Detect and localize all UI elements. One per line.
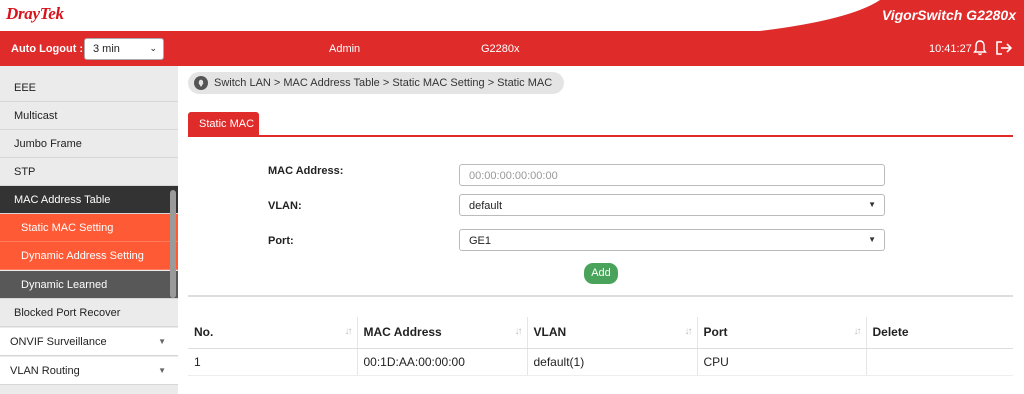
auto-logout-label: Auto Logout :: [11, 43, 84, 55]
sidebar-item-multicast[interactable]: Multicast: [0, 102, 178, 130]
bell-icon[interactable]: [973, 40, 987, 56]
sidebar-item-jumbo-frame[interactable]: Jumbo Frame: [0, 130, 178, 158]
logout-icon[interactable]: [995, 40, 1013, 56]
sidebar-item-static-mac-setting[interactable]: Static MAC Setting: [0, 214, 178, 242]
sidebar-item-dynamic-learned[interactable]: Dynamic Learned: [0, 271, 178, 299]
tab-underline: [188, 135, 1013, 137]
sidebar-item-onvif-surveillance[interactable]: ONVIF Surveillance ▼: [0, 328, 178, 356]
column-header-no[interactable]: No. ↓↑: [188, 317, 358, 349]
port-value: GE1: [469, 235, 492, 247]
sidebar: EEE Multicast Jumbo Frame STP MAC Addres…: [0, 66, 178, 394]
sidebar-item-vlan-routing[interactable]: VLAN Routing ▼: [0, 357, 178, 385]
caret-down-icon: ▼: [868, 235, 876, 244]
vlan-value: default: [469, 200, 503, 212]
table-header-row: No. ↓↑ MAC Address ↓↑ VLAN ↓↑ Port ↓↑ Delete: [188, 317, 1013, 349]
sort-icon[interactable]: ↓↑: [854, 326, 862, 337]
location-pin-icon: [194, 76, 208, 90]
tab-static-mac[interactable]: Static MAC: [188, 112, 259, 136]
cell-no: 1: [188, 348, 358, 376]
user-name: Admin: [329, 43, 361, 55]
breadcrumb: Switch LAN > MAC Address Table > Static …: [188, 72, 565, 94]
cell-vlan: default(1): [527, 348, 698, 376]
device-model: G2280x: [481, 43, 520, 55]
model-title: VigorSwitch G2280x: [881, 7, 1016, 23]
mac-address-label: MAC Address:: [268, 165, 344, 177]
port-select[interactable]: GE1 ▼: [459, 229, 885, 251]
cell-port: CPU: [697, 348, 867, 376]
top-bar: Auto Logout : 3 min ⌄ Admin G2280x 10:41…: [0, 31, 1024, 66]
sidebar-item-stp[interactable]: STP: [0, 158, 178, 186]
cell-mac-address: 00:1D:AA:00:00:00: [357, 348, 528, 376]
auto-logout-value: 3 min: [93, 43, 120, 55]
chevron-down-icon: ▼: [158, 366, 166, 375]
sort-icon[interactable]: ↓↑: [515, 326, 523, 337]
vlan-label: VLAN:: [268, 200, 302, 212]
caret-down-icon: ▼: [868, 200, 876, 209]
breadcrumb-text: Switch LAN > MAC Address Table > Static …: [214, 77, 553, 89]
divider: [188, 295, 1013, 297]
clock: 10:41:27: [929, 43, 972, 55]
sidebar-scrollbar[interactable]: [170, 190, 176, 298]
auto-logout-select[interactable]: 3 min ⌄: [84, 38, 164, 60]
vlan-select[interactable]: default ▼: [459, 194, 885, 216]
sort-icon[interactable]: ↓↑: [685, 326, 693, 337]
add-button[interactable]: Add: [584, 263, 618, 284]
chevron-down-icon: ▼: [158, 337, 166, 346]
sidebar-item-label: ONVIF Surveillance: [10, 336, 107, 348]
sidebar-item-eee[interactable]: EEE: [0, 74, 178, 102]
sort-icon[interactable]: ↓↑: [345, 326, 353, 337]
sidebar-item-label: VLAN Routing: [10, 365, 80, 377]
cell-delete[interactable]: [866, 348, 1013, 376]
column-header-port[interactable]: Port ↓↑: [697, 317, 867, 349]
port-label: Port:: [268, 235, 294, 247]
column-header-mac-address[interactable]: MAC Address ↓↑: [357, 317, 528, 349]
chevron-down-icon: ⌄: [149, 43, 157, 53]
draytek-logo: DrayTek: [6, 4, 64, 23]
column-header-delete: Delete: [866, 317, 1013, 349]
sidebar-item-dynamic-address-setting[interactable]: Dynamic Address Setting: [0, 242, 178, 270]
brand-bar: DrayTek VigorSwitch G2280x: [0, 0, 1024, 31]
brand-wedge: [0, 0, 880, 31]
mac-address-input[interactable]: 00:00:00:00:00:00: [459, 164, 885, 186]
table-row: 1 00:1D:AA:00:00:00 default(1) CPU: [188, 348, 1013, 376]
sidebar-item-mac-address-table[interactable]: MAC Address Table: [0, 186, 178, 214]
sidebar-item-blocked-port-recover[interactable]: Blocked Port Recover: [0, 299, 178, 327]
static-mac-table: No. ↓↑ MAC Address ↓↑ VLAN ↓↑ Port ↓↑ Delete…: [188, 317, 1013, 376]
column-header-vlan[interactable]: VLAN ↓↑: [527, 317, 698, 349]
